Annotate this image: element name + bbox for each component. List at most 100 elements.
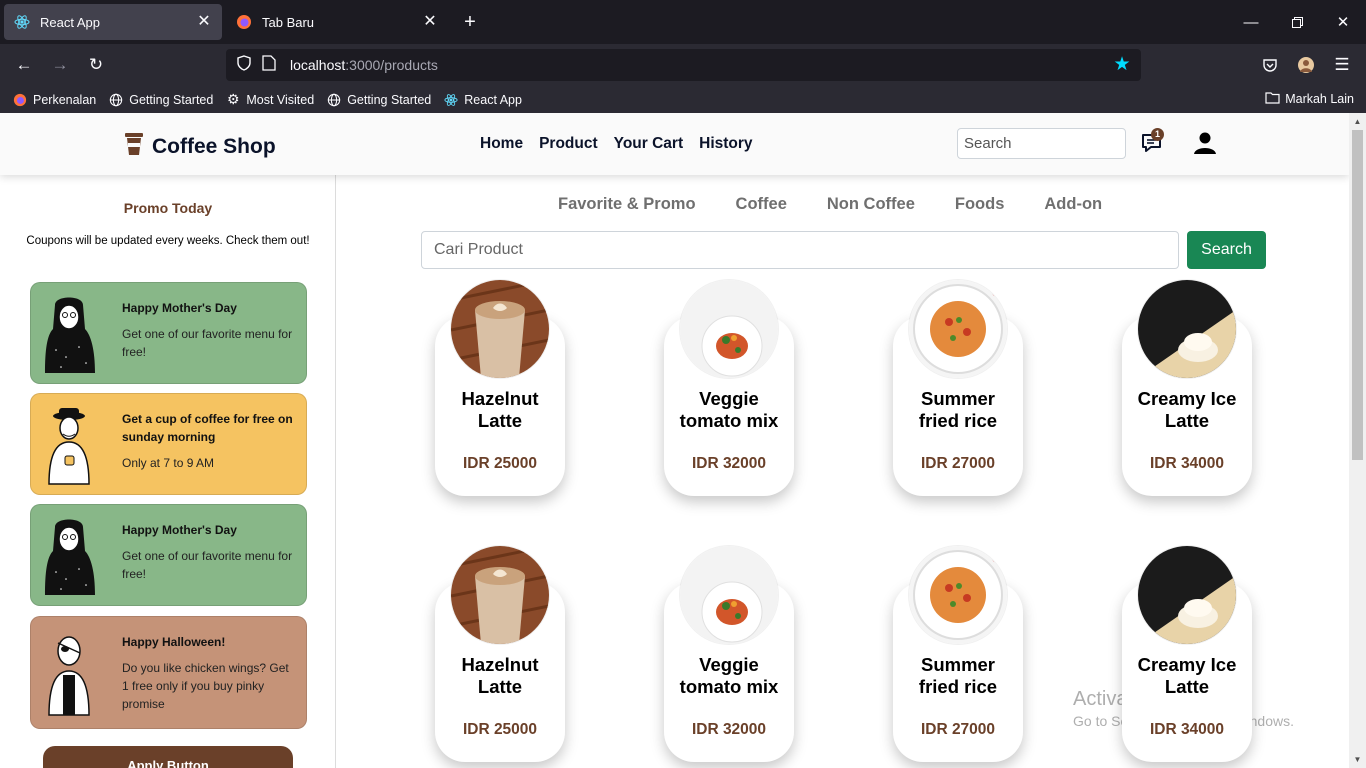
firefox-icon [12,92,28,108]
brand-name: Coffee Shop [152,134,276,158]
nav-home[interactable]: Home [480,135,523,153]
product-price: IDR 27000 [920,455,996,472]
bookmark-getting-started[interactable]: Getting Started [108,92,213,108]
close-icon[interactable]: ✕ [196,14,212,30]
header-search-input[interactable] [957,128,1126,159]
tab-title: Tab Baru [262,14,315,30]
coupon-card[interactable]: Happy Mother's Day Get one of our favori… [30,504,307,606]
browser-tab-bar: React App ✕ Tab Baru ✕ + — ✕ [0,0,1366,44]
shield-icon[interactable] [236,54,252,76]
coupon-title: Happy Halloween! [122,635,226,649]
tab-add-on[interactable]: Add-on [1044,195,1102,214]
tab-coffee[interactable]: Coffee [736,195,787,214]
product-name: Hazelnut Latte [461,654,539,697]
product-name: Veggie tomato mix [679,388,779,431]
url-bar[interactable]: localhost:3000/products ★ [226,49,1141,81]
browser-toolbar: ← → ↻ localhost:3000/products ★ ☰ [0,44,1366,86]
bookmark-perkenalan[interactable]: Perkenalan [12,92,96,108]
close-icon[interactable]: ✕ [422,14,438,30]
reload-icon[interactable]: ↻ [82,51,110,79]
tab-favorite-promo[interactable]: Favorite & Promo [558,195,696,214]
firefox-icon [236,14,252,30]
forward-arrow-icon[interactable]: → [46,51,74,79]
product-price: IDR 34000 [1149,455,1225,472]
mother-illustration-icon [41,295,97,375]
coupon-card[interactable]: Happy Halloween! Do you like chicken win… [30,616,307,729]
coupon-description: Get one of our favorite menu for free! [122,327,293,359]
coupon-title: Get a cup of coffee for free on sunday m… [122,412,293,444]
category-tabs: Favorite & Promo Coffee Non Coffee Foods… [558,195,1142,214]
coupon-card[interactable]: Get a cup of coffee for free on sunday m… [30,393,307,495]
bookmark-star-icon[interactable]: ★ [1111,54,1133,76]
nav-product[interactable]: Product [539,135,598,153]
bookmark-react-app[interactable]: React App [443,92,522,108]
tab-tab-baru[interactable]: Tab Baru ✕ [226,4,448,40]
other-bookmarks[interactable]: Markah Lain [1265,91,1354,107]
product-image[interactable] [680,280,778,378]
product-name: Summer fried rice [918,388,998,431]
window-close-button[interactable]: ✕ [1320,0,1366,44]
scroll-down-arrow-icon[interactable]: ▼ [1349,751,1366,768]
product-image[interactable] [451,280,549,378]
promo-subtitle: Coupons will be updated every weeks. Che… [26,235,310,247]
globe-icon [326,92,342,108]
back-arrow-icon[interactable]: ← [10,51,38,79]
product-search-input[interactable] [421,231,1179,269]
product-price: IDR 25000 [462,455,538,472]
bookmark-getting-started-2[interactable]: Getting Started [326,92,431,108]
coupon-card[interactable]: Happy Mother's Day Get one of our favori… [30,282,307,384]
menu-icon[interactable]: ☰ [1328,51,1356,79]
coffee-cup-icon [124,132,144,161]
tab-foods[interactable]: Foods [955,195,1005,214]
minimize-button[interactable]: — [1228,0,1274,44]
brand-logo[interactable]: Coffee Shop [124,132,276,161]
bookmarks-bar: Perkenalan Getting Started ⚙ Most Visite… [0,86,1366,113]
restore-button[interactable] [1274,0,1320,44]
coupon-title: Happy Mother's Day [122,301,237,315]
product-name: Summer fried rice [918,654,998,697]
react-icon [443,92,459,108]
product-name: Hazelnut Latte [461,388,539,431]
product-price: IDR 25000 [462,721,538,738]
product-image[interactable] [1138,546,1236,644]
coupon-description: Only at 7 to 9 AM [122,456,215,470]
tab-non-coffee[interactable]: Non Coffee [827,195,915,214]
other-bookmarks-label: Markah Lain [1285,92,1354,106]
tab-title: React App [40,14,100,30]
bookmark-label: Getting Started [129,92,214,107]
page-scrollbar[interactable]: ▲ ▼ [1349,113,1366,768]
man-with-cup-illustration-icon [41,406,97,486]
folder-icon [1265,91,1280,107]
web-page: Coffee Shop Home Product Your Cart Histo… [0,113,1349,768]
bookmark-most-visited[interactable]: ⚙ Most Visited [225,91,315,108]
site-header: Coffee Shop Home Product Your Cart Histo… [0,113,1349,175]
product-image[interactable] [680,546,778,644]
react-icon [14,14,30,30]
product-image[interactable] [451,546,549,644]
scrollbar-thumb[interactable] [1352,130,1363,460]
user-profile-icon[interactable] [1193,131,1217,157]
product-price: IDR 27000 [920,721,996,738]
extension-avatar-icon[interactable] [1292,51,1320,79]
product-image[interactable] [1138,280,1236,378]
product-search-button[interactable]: Search [1187,231,1266,269]
promo-sidebar: Promo Today Coupons will be updated ever… [0,175,336,768]
product-image[interactable] [909,546,1007,644]
pocket-icon[interactable] [1256,51,1284,79]
apply-button[interactable]: Apply Button [43,746,293,768]
coupon-title: Happy Mother's Day [122,523,237,537]
mother-illustration-icon [41,517,97,597]
nav-history[interactable]: History [699,135,752,153]
product-name: Veggie tomato mix [679,654,779,697]
product-name: Creamy Ice Latte [1137,388,1237,431]
product-name: Creamy Ice Latte [1137,654,1237,697]
nav-your-cart[interactable]: Your Cart [614,135,683,153]
product-image[interactable] [909,280,1007,378]
new-tab-button[interactable]: + [458,10,482,34]
product-price: IDR 34000 [1149,721,1225,738]
bookmark-label: Most Visited [246,92,315,107]
gear-icon: ⚙ [227,91,240,107]
scroll-up-arrow-icon[interactable]: ▲ [1349,113,1366,130]
tab-react-app[interactable]: React App ✕ [4,4,222,40]
product-price: IDR 32000 [691,721,767,738]
